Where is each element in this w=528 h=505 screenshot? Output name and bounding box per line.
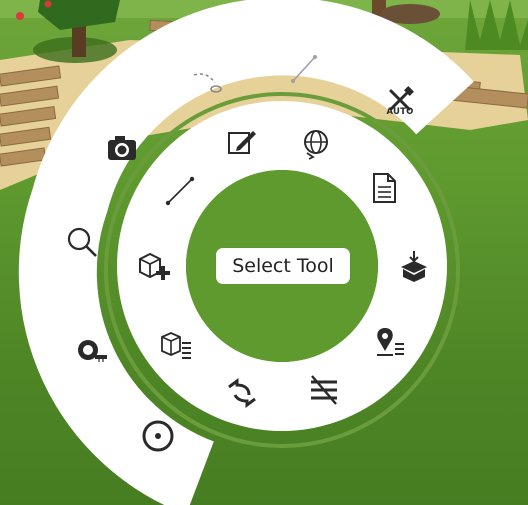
document-icon[interactable]: [364, 168, 404, 208]
undo-redo-icon[interactable]: [222, 372, 262, 412]
line-tool-icon[interactable]: [160, 170, 200, 210]
location-list-icon[interactable]: [370, 322, 410, 362]
object-list-icon[interactable]: [156, 324, 196, 364]
zoom-search-icon[interactable]: [62, 222, 102, 262]
tape-measure-path-icon[interactable]: [186, 62, 226, 102]
globe-link-icon[interactable]: [296, 124, 336, 164]
select-tool-label: Select Tool: [216, 248, 350, 284]
auto-badge: AUTO: [386, 107, 414, 117]
tape-measure-icon[interactable]: [70, 330, 110, 370]
target-circle-icon[interactable]: [138, 416, 178, 456]
camera-icon[interactable]: [102, 128, 142, 168]
layers-off-icon[interactable]: [304, 370, 344, 410]
add-object-icon[interactable]: [134, 246, 174, 286]
box-download-icon[interactable]: [394, 246, 434, 286]
edit-note-icon[interactable]: [222, 122, 262, 162]
line-measure-icon[interactable]: [284, 48, 324, 88]
